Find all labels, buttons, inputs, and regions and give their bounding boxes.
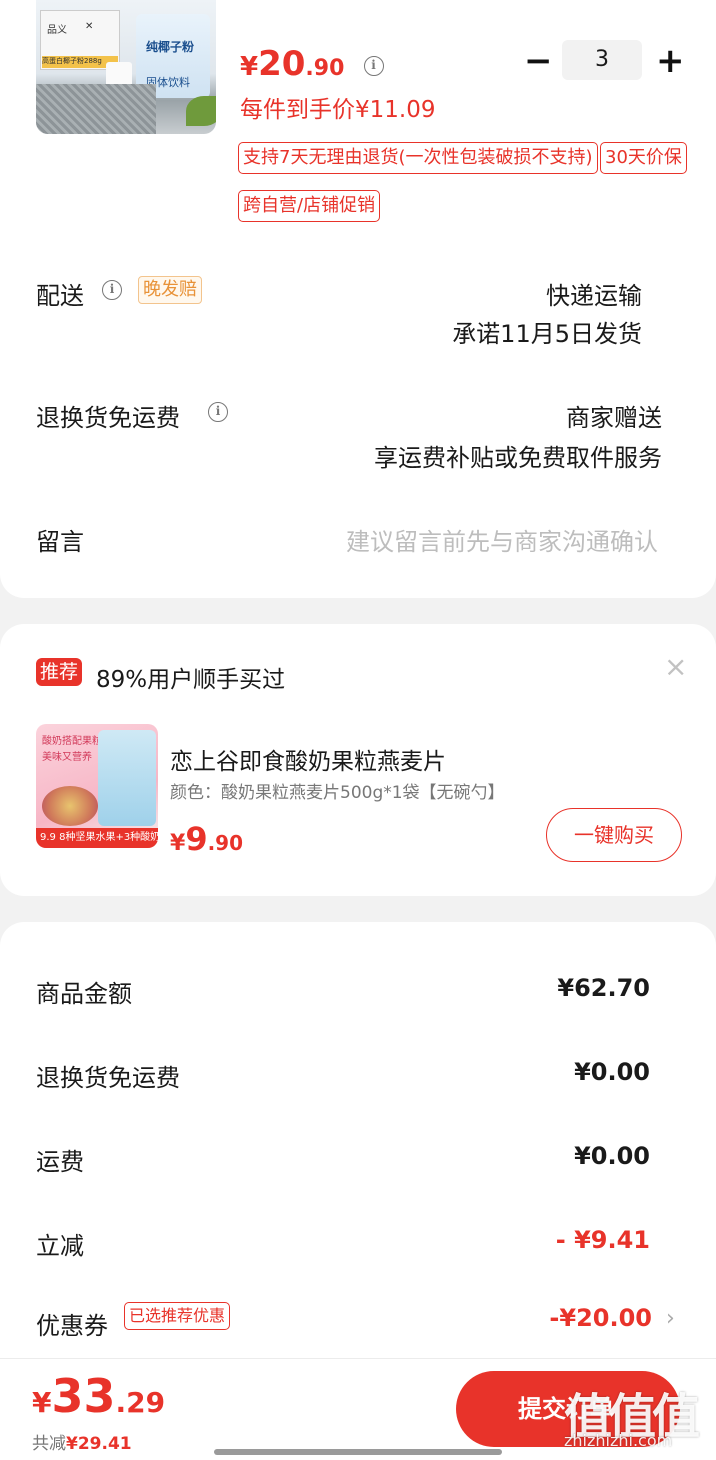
promo-badge: 跨自营/店铺促销 — [238, 190, 381, 222]
message-label: 留言 — [36, 528, 84, 556]
late-delivery-badge: 晚发赔 — [138, 276, 202, 304]
recommend-image-text2: 美味又营养 — [42, 752, 92, 763]
delivery-info-icon[interactable]: i — [102, 280, 122, 300]
summary-return-shipping-label: 退换货免运费 — [36, 1064, 180, 1092]
watermark: 值值值 zhizhizhi.com — [560, 1377, 710, 1457]
checkout-bar: ¥33.29 共减¥29.41 提交订单 值值值 zhizhizhi.com — [0, 1358, 716, 1460]
coupon-recommended-badge: 已选推荐优惠 — [124, 1302, 231, 1330]
total-price: ¥33.29 — [32, 1369, 165, 1423]
watermark-url: zhizhizhi.com — [564, 1431, 673, 1450]
product-price-int: 20 — [258, 44, 306, 84]
recommend-item-price: ¥9.90 — [170, 820, 243, 858]
summary-goods-amount-label: 商品金额 — [36, 980, 132, 1008]
recommend-tag: 推荐 — [36, 658, 83, 686]
recommend-item-image[interactable]: 酸奶搭配果粒 美味又营养 9.9 8种坚果水果+3种酸奶片 — [36, 724, 158, 848]
order-item-card: 品义 ✕ 高蛋白椰子粉288g 纯椰子粉 固体饮料 ¥20.90 i 每件到手价¥… — [0, 0, 716, 598]
summary-shipping-value: ¥0.00 — [574, 1142, 650, 1170]
summary-discount-value: - ¥9.41 — [555, 1226, 650, 1254]
recommend-price-symbol: ¥ — [170, 831, 186, 856]
one-click-buy-button[interactable]: 一键购买 — [546, 808, 682, 862]
recommend-image-bag — [98, 730, 156, 826]
recommend-item-name[interactable]: 恋上谷即食酸奶果粒燕麦片 — [170, 742, 446, 776]
product-price-symbol: ¥ — [240, 52, 259, 82]
return-shipping-desc: 享运费补贴或免费取件服务 — [374, 444, 662, 472]
return-shipping-value: 商家赠送 — [566, 404, 662, 432]
total-price-dec: .29 — [115, 1386, 166, 1419]
return-shipping-info-icon[interactable]: i — [208, 402, 228, 422]
price-info-icon[interactable]: i — [363, 56, 384, 76]
delivery-label: 配送 — [36, 282, 84, 310]
total-price-int: 33 — [51, 1369, 116, 1423]
quantity-plus-button[interactable]: + — [656, 44, 685, 78]
product-image-stone — [36, 84, 156, 134]
quantity-input[interactable]: 3 — [562, 40, 642, 80]
unit-price-text: 每件到手价¥11.09 — [240, 97, 436, 123]
recommend-item-spec: 颜色：酸奶果粒燕麦片500g*1袋【无碗勺】 — [170, 783, 505, 803]
recommend-price-int: 9 — [185, 820, 208, 858]
chevron-right-icon[interactable]: › — [666, 1306, 675, 1331]
product-price-dec: .90 — [305, 56, 345, 81]
recommend-card: 推荐 89%用户顺手买过 × 酸奶搭配果粒 美味又营养 9.9 8种坚果水果+3… — [0, 624, 716, 896]
total-saved: 共减¥29.41 — [32, 1429, 132, 1454]
recommend-title: 89%用户顺手买过 — [96, 667, 286, 693]
summary-coupon-label: 优惠券 — [36, 1312, 108, 1340]
home-indicator[interactable] — [214, 1449, 502, 1455]
product-image-leaf — [186, 96, 216, 126]
summary-discount-label: 立减 — [36, 1232, 84, 1260]
close-icon[interactable]: × — [664, 650, 687, 683]
total-saved-label: 共减 — [32, 1434, 66, 1454]
recommend-image-bowl — [42, 786, 98, 826]
summary-return-shipping-value: ¥0.00 — [574, 1058, 650, 1086]
quantity-minus-button[interactable]: − — [524, 44, 553, 78]
delivery-method[interactable]: 快递运输 — [546, 276, 642, 311]
return-policy-badge: 支持7天无理由退货(一次性包装破损不支持) — [238, 142, 598, 174]
product-image[interactable]: 品义 ✕ 高蛋白椰子粉288g 纯椰子粉 固体饮料 — [36, 0, 216, 134]
recommend-price-dec: .90 — [207, 831, 244, 855]
summary-coupon-value[interactable]: -¥20.00 — [549, 1304, 652, 1332]
recommend-image-foot: 9.9 8种坚果水果+3种酸奶片 — [36, 828, 158, 848]
summary-shipping-label: 运费 — [36, 1148, 84, 1176]
return-shipping-label: 退换货免运费 — [36, 404, 180, 432]
recommend-image-text1: 酸奶搭配果粒 — [42, 736, 102, 747]
product-price: ¥20.90 i — [240, 44, 384, 84]
price-protect-badge: 30天价保 — [600, 142, 687, 174]
summary-goods-amount-value: ¥62.70 — [557, 974, 650, 1002]
delivery-promise: 承诺11月5日发货 — [452, 320, 642, 348]
product-image-pack-title: 纯椰子粉 — [146, 40, 195, 54]
total-price-symbol: ¥ — [32, 1386, 52, 1419]
total-saved-value: ¥29.41 — [66, 1434, 132, 1454]
message-input[interactable]: 建议留言前先与商家沟通确认 — [346, 522, 658, 557]
